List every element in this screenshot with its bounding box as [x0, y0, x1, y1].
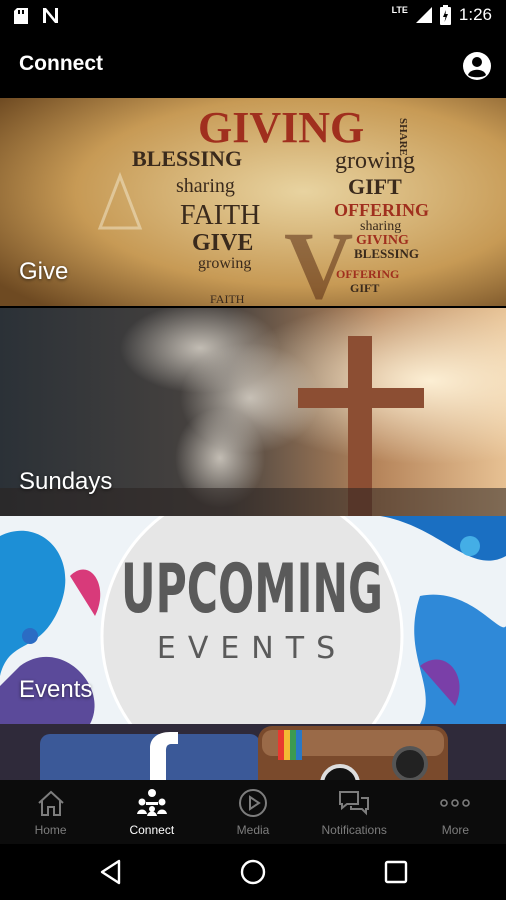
nav-media[interactable]: Media [202, 780, 303, 844]
more-icon [440, 799, 471, 807]
art-word: sharing [360, 219, 401, 234]
back-icon[interactable] [97, 858, 125, 886]
giving-word-collage-image: GIVING BLESSING growing GIFT sharing FAI… [0, 98, 506, 306]
art-word: BLESSING [354, 246, 419, 261]
chat-icon [339, 791, 370, 816]
home-circle-icon[interactable] [239, 858, 267, 886]
nav-more[interactable]: More [405, 780, 506, 844]
home-icon [37, 790, 64, 816]
sd-card-icon [14, 7, 28, 24]
nav-connect-label: Connect [129, 823, 175, 837]
art-word: growing [198, 255, 251, 272]
nav-home[interactable]: Home [0, 780, 101, 844]
play-icon [239, 789, 267, 817]
nav-notifications[interactable]: Notifications [304, 780, 405, 844]
page-title: Connect [19, 52, 103, 75]
art-word: SHARE [397, 118, 409, 156]
art-word: GIFT [348, 174, 402, 199]
art-word: GIFT [350, 281, 379, 295]
nav-home-label: Home [34, 823, 67, 837]
art-word: GIVE [192, 230, 253, 256]
social-media-image [0, 724, 506, 780]
give-label: Give [19, 258, 69, 285]
sundays-tile[interactable]: Sundays [0, 308, 506, 516]
nav-more-label: More [441, 823, 470, 837]
profile-icon[interactable] [462, 51, 492, 81]
nav-connect[interactable]: Connect [101, 780, 202, 844]
events-label: Events [19, 676, 93, 703]
art-word: sharing [176, 175, 235, 197]
events-tile[interactable]: UPCOMING EVENTS Events [0, 516, 506, 724]
signal-icon [415, 7, 432, 23]
network-type: LTE [391, 5, 408, 15]
app-bar: Connect [0, 32, 506, 98]
sundays-label: Sundays [19, 468, 113, 495]
upcoming-art-title: UPCOMING [121, 550, 383, 629]
svg-text:V: V [284, 212, 353, 306]
clock: 1:26 [458, 5, 492, 24]
nav-notifications-label: Notifications [321, 823, 387, 837]
art-word: GIVING [198, 103, 364, 152]
connect-icon [136, 789, 167, 816]
art-word: FAITH [180, 200, 260, 231]
art-word: BLESSING [132, 146, 242, 171]
status-bar: LTE 1:26 [0, 0, 506, 32]
nav-media-label: Media [236, 823, 270, 837]
n-notification-icon [43, 8, 58, 23]
events-art-subtitle: EVENTS [157, 631, 347, 666]
recents-icon[interactable] [382, 858, 410, 886]
bottom-nav: Home Connect Media Notifications More [0, 780, 506, 844]
social-tile[interactable] [0, 724, 506, 780]
battery-icon [439, 5, 451, 25]
give-tile[interactable]: GIVING BLESSING growing GIFT sharing FAI… [0, 98, 506, 306]
system-nav-bar [0, 844, 506, 900]
art-word: FAITH [210, 292, 245, 306]
